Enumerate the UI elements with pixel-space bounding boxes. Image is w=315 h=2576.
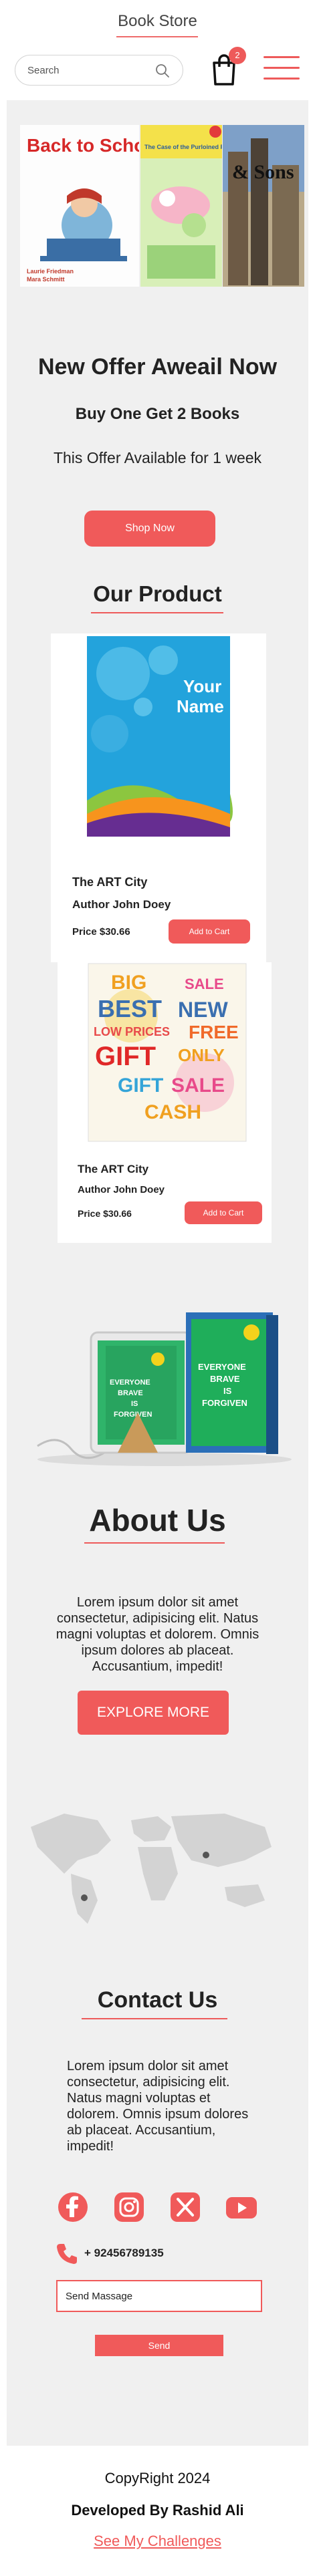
hero-1-author: Laurie Friedman (27, 268, 74, 275)
developer-credit: Developed By Rashid Ali (71, 2502, 244, 2519)
tablet-book-showcase-image: EVERYONE BRAVE IS FORGIVEN EVERYONE BRAV… (37, 1312, 292, 1466)
world-map-image (31, 1814, 272, 1924)
hero-book-cover-1: Back to School, Mallory Laurie Friedman … (20, 125, 139, 287)
product-title: The ART City (78, 1163, 149, 1175)
cover-2-word-8: ONLY (178, 1045, 225, 1065)
store-title: Book Store (118, 12, 197, 30)
cover-2-word-5: LOW PRICES (94, 1025, 170, 1038)
tablet-title-line-2: BRAVE (118, 1389, 143, 1397)
header: Book Store 2 (0, 0, 315, 100)
product-cover-1: Your Name (70, 633, 237, 838)
hero-1-title-line1: Back to School, Mallory (27, 135, 139, 156)
add-to-cart-button[interactable]: Add to Cart (169, 919, 250, 944)
phone-row: + 92456789135 (55, 2240, 255, 2267)
cover-2-word-4: NEW (178, 998, 228, 1022)
instagram-icon[interactable] (112, 2190, 146, 2224)
products-title-underline (91, 612, 223, 613)
tablet-title-line-4: FORGIVEN (114, 1411, 152, 1419)
product-card: Your Name The ART City Author John Doey … (51, 633, 266, 962)
product-title: The ART City (72, 875, 148, 889)
contact-title-underline (82, 2018, 227, 2019)
hero-2-title: The Case of the Purloined Pig (144, 144, 222, 150)
page: Book Store 2 Back to School, Mallory (0, 0, 315, 2576)
cover-2-word-3: BEST (98, 995, 162, 1022)
send-button[interactable]: Send (95, 2335, 223, 2356)
cover-2-word-9: GIFT (118, 1075, 163, 1097)
tablet-title-line-1: EVERYONE (110, 1379, 150, 1387)
product-author: Author John Doey (72, 898, 171, 911)
title-underline (116, 36, 198, 37)
copyright-text: CopyRight 2024 (104, 2470, 211, 2486)
add-to-cart-button[interactable]: Add to Cart (185, 1201, 262, 1224)
products-section-title: Our Product (93, 581, 222, 606)
about-title-underline (84, 1542, 225, 1544)
book-title-line-3: IS (223, 1386, 232, 1396)
hero-book-cover-2: The Case of the Purloined Pig (140, 125, 222, 287)
explore-more-button[interactable]: EXPLORE MORE (78, 1691, 229, 1735)
youtube-icon[interactable] (225, 2190, 258, 2224)
phone-icon (57, 2244, 77, 2264)
about-text: Lorem ipsum dolor sit amet consectetur, … (56, 1595, 259, 1674)
cover-1-text-2: Name (177, 696, 224, 716)
product-author: Author John Doey (78, 1184, 165, 1195)
shop-now-button[interactable]: Shop Now (84, 511, 215, 547)
cover-2-word-6: FREE (189, 1022, 239, 1042)
book-title-line-1: EVERYONE (198, 1362, 246, 1372)
about-title: About Us (89, 1503, 226, 1538)
hamburger-menu-icon[interactable] (264, 56, 300, 80)
book-title-line-2: BRAVE (210, 1374, 240, 1384)
cover-2-word-10: SALE (171, 1075, 225, 1097)
cover-2-word-2: SALE (185, 976, 224, 992)
product-price: Price $30.66 (78, 1208, 132, 1219)
x-icon[interactable] (169, 2190, 202, 2224)
facebook-icon[interactable] (56, 2190, 90, 2224)
product-price: Price $30.66 (72, 926, 130, 938)
main-content: Back to School, Mallory Laurie Friedman … (7, 100, 308, 2446)
book-title-line-4: FORGIVEN (202, 1398, 247, 1408)
cart-count-badge: 2 (229, 47, 246, 64)
offer-subtitle: Buy One Get 2 Books (75, 405, 240, 423)
tablet-title-line-3: IS (131, 1400, 138, 1408)
cover-2-word-7: GIFT (95, 1042, 156, 1071)
see-my-challenges-link[interactable]: See My Challenges (0, 2533, 315, 2550)
product-cover-2: BIG SALE BEST NEW LOW PRICES FREE GIFT O… (71, 962, 253, 1143)
hero-1-illustrator: Mara Schmitt (27, 276, 65, 283)
message-input[interactable] (56, 2280, 262, 2312)
cover-1-text-1: Your (183, 676, 221, 696)
contact-text: Lorem ipsum dolor sit amet consectetur, … (67, 2059, 249, 2154)
offer-title: New Offer Aweail Now (37, 354, 278, 380)
offer-note: This Offer Available for 1 week (53, 449, 262, 466)
search-input[interactable] (27, 62, 148, 78)
cover-2-word-1: BIG (111, 972, 146, 994)
hero-3-title: & Sons (232, 161, 294, 183)
product-card: BIG SALE BEST NEW LOW PRICES FREE GIFT O… (58, 962, 272, 1243)
search-box[interactable] (15, 55, 183, 86)
phone-number: + 92456789135 (84, 2247, 164, 2259)
hero-book-cover-3: & Sons (223, 125, 304, 287)
contact-title: Contact Us (97, 1987, 218, 2013)
search-icon[interactable] (154, 63, 171, 79)
cover-2-word-11: CASH (144, 1101, 201, 1123)
